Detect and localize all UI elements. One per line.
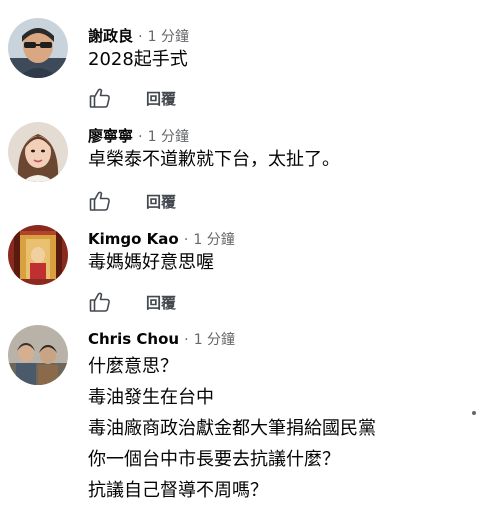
comment-line: 毒媽媽好意思喔 xyxy=(88,252,214,273)
comment-line: 抗議自己督導不周嗎？ xyxy=(88,480,268,501)
meta-separator: · xyxy=(183,232,189,248)
comment-time[interactable]: 1 分鐘 xyxy=(148,29,189,45)
comment-text: 什麼意思？ 毒油發生在台中 毒油廠商政治獻金都大筆捐給國民黨 你一個台中市長要去… xyxy=(88,351,460,506)
avatar[interactable] xyxy=(8,325,68,385)
comment-text: 2028起手式 xyxy=(88,48,460,72)
thumbs-up-icon[interactable] xyxy=(88,290,112,314)
thumbs-up-icon[interactable] xyxy=(88,189,112,213)
comment-line: 毒油廠商政治獻金都大筆捐給國民黨 xyxy=(88,418,376,439)
comment-line: 什麼意思？ xyxy=(88,356,178,377)
comment-body: 謝政良 · 1 分鐘 2028起手式 xyxy=(88,25,460,72)
meta-separator: · xyxy=(138,29,143,45)
comment-body: Kimgo Kao · 1 分鐘 毒媽媽好意思喔 xyxy=(88,228,460,275)
comment-line: 卓榮泰不道歉就下台，太扯了。 xyxy=(88,149,340,170)
comment-author[interactable]: 廖寧寧 xyxy=(88,127,133,145)
reply-button[interactable]: 回覆 xyxy=(146,88,176,109)
avatar[interactable] xyxy=(8,122,68,182)
comment-time[interactable]: 1 分鐘 xyxy=(148,129,189,145)
comment-time[interactable]: 1 分鐘 xyxy=(193,232,234,248)
reply-button[interactable]: 回覆 xyxy=(146,191,176,212)
avatar[interactable] xyxy=(8,18,68,78)
comment-author[interactable]: Kimgo Kao xyxy=(88,230,179,248)
comment-body: 廖寧寧 · 1 分鐘 卓榮泰不道歉就下台，太扯了。 xyxy=(88,125,460,172)
scroll-indicator-dot xyxy=(472,411,476,415)
comment-author[interactable]: Chris Chou xyxy=(88,330,179,348)
comment-actions: 回覆 xyxy=(88,289,176,315)
comment-actions: 回覆 xyxy=(88,188,176,214)
reply-button[interactable]: 回覆 xyxy=(146,292,176,313)
comment-line: 毒油發生在台中 xyxy=(88,387,214,408)
meta-separator: · xyxy=(138,129,143,145)
comment-body: Chris Chou · 1 分鐘 什麼意思？ 毒油發生在台中 毒油廠商政治獻金… xyxy=(88,328,460,506)
comment-author[interactable]: 謝政良 xyxy=(88,27,133,45)
comment-text: 毒媽媽好意思喔 xyxy=(88,251,460,275)
comment-line: 2028起手式 xyxy=(88,49,188,70)
comment-line: 你一個台中市長要去抗議什麼？ xyxy=(88,449,340,470)
comment-time[interactable]: 1 分鐘 xyxy=(194,332,235,348)
comment-actions: 回覆 xyxy=(88,85,176,111)
meta-separator: · xyxy=(184,332,189,348)
comment-text: 卓榮泰不道歉就下台，太扯了。 xyxy=(88,148,460,172)
thumbs-up-icon[interactable] xyxy=(88,86,112,110)
avatar[interactable] xyxy=(8,225,68,285)
